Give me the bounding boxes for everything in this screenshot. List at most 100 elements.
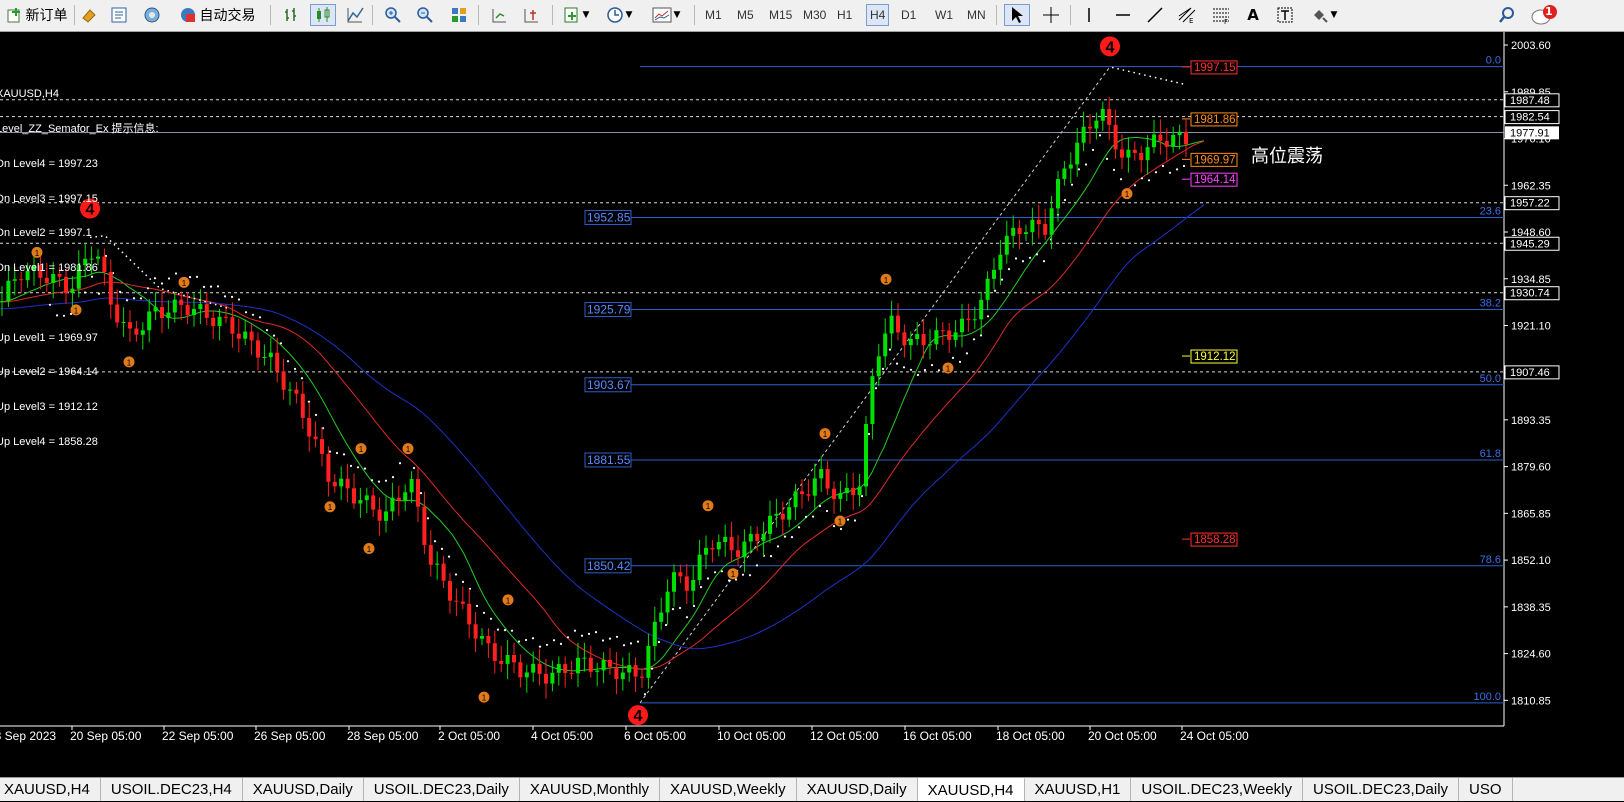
timeframe-mn[interactable]: MN xyxy=(964,4,989,26)
timeframe-m30[interactable]: M30 xyxy=(800,4,829,26)
timeframe-m5[interactable]: M5 xyxy=(734,4,757,26)
fibonacci-icon[interactable]: F xyxy=(1208,4,1234,26)
timeframe-h4[interactable]: H4 xyxy=(866,4,890,26)
candle-body xyxy=(313,436,318,440)
candle-body xyxy=(761,533,766,541)
templates-dropdown[interactable]: ▼ xyxy=(646,4,686,26)
semafor-minor-label: 1 xyxy=(182,279,187,288)
chart-tab[interactable]: XAUUSD,Daily xyxy=(243,778,364,801)
candle-body xyxy=(249,331,254,341)
chart-tab[interactable]: XAUUSD,Weekly xyxy=(660,778,797,801)
sar-dot xyxy=(293,367,297,370)
zoom-out-icon[interactable] xyxy=(412,4,438,26)
timeframe-m1[interactable]: M1 xyxy=(702,4,725,26)
candle-body xyxy=(588,657,593,672)
sar-dot xyxy=(671,608,675,611)
chart-tab[interactable]: USOIL.DEC23,H4 xyxy=(101,778,243,801)
chart-tab[interactable]: USOIL.DEC23,Daily xyxy=(364,778,520,801)
candle-body xyxy=(1004,235,1009,255)
candle-body xyxy=(339,478,344,487)
candle-body xyxy=(659,612,664,622)
candle-body xyxy=(940,330,945,332)
indicators-dropdown[interactable]: ▼ xyxy=(558,4,594,26)
chart-annotation[interactable]: 高位震荡 xyxy=(1251,142,1323,168)
sar-dot xyxy=(622,644,626,647)
candle-body xyxy=(467,603,472,625)
candle-body xyxy=(748,533,753,542)
candle-body xyxy=(883,333,888,357)
sar-dot xyxy=(223,295,227,298)
sar-dot xyxy=(916,373,920,377)
candle-body xyxy=(441,563,446,581)
candle-body xyxy=(825,469,830,489)
candle-body xyxy=(524,672,529,678)
vertical-line-icon[interactable] xyxy=(1076,4,1102,26)
sar-dot xyxy=(965,352,969,355)
channel-icon[interactable]: E xyxy=(1174,4,1200,26)
sar-dot xyxy=(1147,179,1151,182)
chart-shift-icon[interactable] xyxy=(518,4,544,26)
candle-body xyxy=(307,417,312,437)
sar-dot xyxy=(580,634,584,637)
chart-tab[interactable]: XAUUSD,Monthly xyxy=(520,778,661,801)
text-label-icon[interactable] xyxy=(1272,4,1298,26)
semafor-minor-label: 1 xyxy=(328,503,333,512)
candle-body xyxy=(275,352,280,372)
candle-body xyxy=(256,340,260,358)
candle-body xyxy=(729,536,734,551)
sar-dot xyxy=(909,368,913,371)
tile-windows-icon[interactable] xyxy=(446,4,472,26)
zoom-in-icon[interactable] xyxy=(380,4,406,26)
price-chart[interactable]: 2003.601989.851976.101962.351948.601934.… xyxy=(0,32,1624,777)
sar-dot xyxy=(209,285,213,288)
notifications-button[interactable]: 1 xyxy=(1528,4,1560,26)
candle-body xyxy=(896,315,900,333)
line-chart-icon[interactable] xyxy=(342,4,368,26)
candle-body xyxy=(889,315,894,334)
candle-body xyxy=(569,673,574,675)
periods-dropdown[interactable]: ▼ xyxy=(600,4,638,26)
new-order-button[interactable]: 新订单 xyxy=(2,4,72,26)
bar-chart-icon[interactable] xyxy=(278,4,304,26)
auto-trading-button[interactable]: 自动交易 xyxy=(172,4,262,26)
sar-dot xyxy=(398,462,402,465)
sar-dot xyxy=(265,329,269,332)
navigator-icon[interactable] xyxy=(139,4,165,26)
chart-tab[interactable]: USO xyxy=(1459,778,1513,801)
semafor-minor-label: 1 xyxy=(706,502,711,511)
chart-window[interactable]: 2003.60 1989.85 1976.10 1962.35 1948.60 1934.… xyxy=(0,32,1624,777)
candle-body xyxy=(710,547,715,550)
timeframe-h1[interactable]: H1 xyxy=(834,4,855,26)
chart-tab[interactable]: XAUUSD,H1 xyxy=(1025,778,1132,801)
sar-dot xyxy=(461,580,465,584)
candle-body xyxy=(1068,164,1073,169)
chart-tab[interactable]: XAUUSD,H4 xyxy=(917,778,1025,801)
cursor-icon[interactable] xyxy=(1004,4,1030,26)
sar-dot xyxy=(937,369,941,372)
shapes-dropdown[interactable]: ▼ xyxy=(1306,4,1342,26)
data-window-icon[interactable] xyxy=(106,4,132,26)
horizontal-line-icon[interactable] xyxy=(1110,4,1136,26)
fibonacci-level-percent: 50.0 xyxy=(1480,373,1501,385)
auto-scroll-icon[interactable] xyxy=(486,4,512,26)
semafor-level-value: 1964.14 xyxy=(1194,174,1236,186)
timeframe-d1[interactable]: D1 xyxy=(898,4,919,26)
chart-tab[interactable]: XAUUSD,Daily xyxy=(797,778,918,801)
text-tool-icon[interactable]: A xyxy=(1240,4,1266,26)
timeframe-w1[interactable]: W1 xyxy=(932,4,956,26)
market-watch-icon[interactable] xyxy=(76,4,102,26)
candlestick-chart-icon[interactable] xyxy=(310,4,336,26)
chart-tab[interactable]: XAUUSD,H4 xyxy=(0,778,101,801)
timeframe-m15[interactable]: M15 xyxy=(766,4,795,26)
candle-body xyxy=(166,312,171,319)
sar-dot xyxy=(328,450,332,453)
semafor-level-value: 1858.28 xyxy=(1194,534,1236,546)
sar-dot xyxy=(1105,157,1109,160)
crosshair-icon[interactable] xyxy=(1038,4,1064,26)
search-icon[interactable] xyxy=(1494,4,1520,26)
sar-dot xyxy=(538,645,542,648)
chart-tab[interactable]: USOIL.DEC23,Weekly xyxy=(1131,778,1303,801)
trendline-icon[interactable] xyxy=(1142,4,1168,26)
chart-tab[interactable]: USOIL.DEC23,Daily xyxy=(1303,778,1460,801)
sar-dot xyxy=(510,629,514,632)
